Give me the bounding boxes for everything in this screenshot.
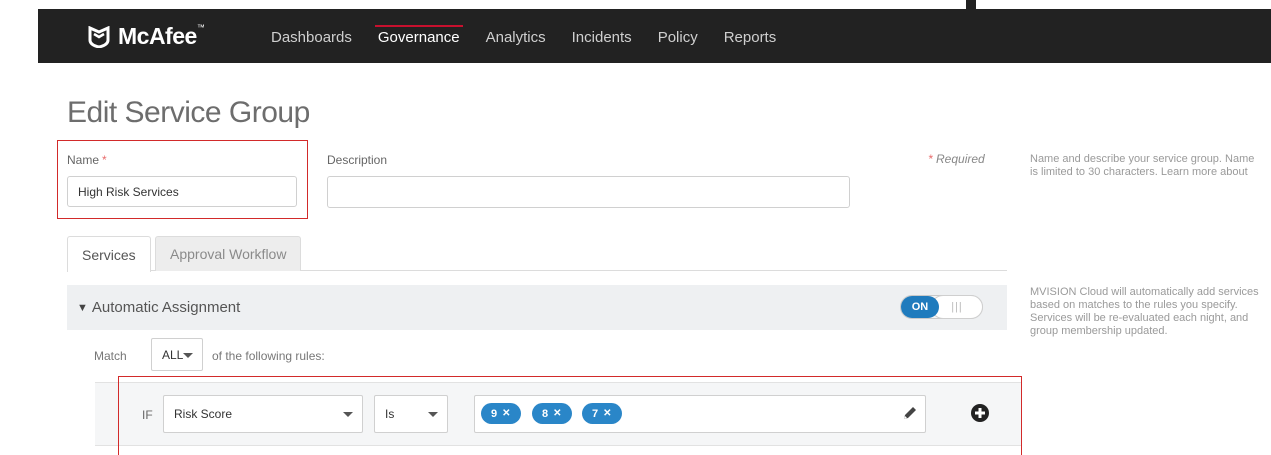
rule-if-label: IF bbox=[142, 408, 153, 422]
name-help-text: Name and describe your service group. Na… bbox=[1030, 153, 1255, 178]
value-tag[interactable]: 7 ✕ bbox=[582, 403, 622, 424]
tab-approval-workflow[interactable]: Approval Workflow bbox=[155, 236, 302, 271]
automatic-assignment-header[interactable]: ▼ Automatic Assignment bbox=[67, 285, 1007, 330]
top-navigation-bar: McAfee™ Dashboards Governance Analytics … bbox=[38, 9, 1271, 63]
nav-incidents[interactable]: Incidents bbox=[559, 9, 645, 63]
value-tag[interactable]: 8 ✕ bbox=[532, 403, 572, 424]
rule-field-select[interactable]: Risk Score bbox=[163, 395, 363, 433]
nav-dashboards[interactable]: Dashboards bbox=[258, 9, 365, 63]
match-select[interactable]: ALL bbox=[151, 338, 203, 371]
close-icon[interactable]: ✕ bbox=[553, 408, 561, 419]
description-input[interactable] bbox=[327, 176, 850, 208]
required-note: * Required bbox=[928, 152, 985, 166]
close-icon[interactable]: ✕ bbox=[502, 408, 510, 419]
brand-name: McAfee™ bbox=[118, 23, 205, 49]
chevron-down-icon bbox=[183, 352, 193, 358]
close-icon[interactable]: ✕ bbox=[603, 408, 611, 419]
nav-reports[interactable]: Reports bbox=[711, 9, 790, 63]
toggle-on-label: ON bbox=[901, 296, 939, 318]
match-label: Match bbox=[94, 349, 127, 363]
name-label: Name * bbox=[67, 153, 107, 167]
automatic-assignment-title: Automatic Assignment bbox=[91, 299, 241, 316]
plus-circle-icon[interactable] bbox=[970, 403, 990, 423]
brand-logo[interactable]: McAfee™ bbox=[88, 23, 205, 50]
chevron-down-icon bbox=[343, 412, 353, 417]
caret-down-icon[interactable]: ▼ bbox=[77, 302, 88, 314]
mcafee-shield-icon bbox=[88, 25, 110, 48]
tab-services[interactable]: Services bbox=[67, 236, 151, 272]
rule-operator-select[interactable]: Is bbox=[374, 395, 448, 433]
match-suffix-label: of the following rules: bbox=[212, 349, 325, 363]
value-tag[interactable]: 9 ✕ bbox=[481, 403, 521, 424]
pencil-icon[interactable] bbox=[901, 404, 919, 422]
main-nav: Dashboards Governance Analytics Incident… bbox=[258, 9, 789, 63]
chevron-down-icon bbox=[428, 412, 438, 417]
rule-field-value: Risk Score bbox=[174, 407, 233, 421]
page-title: Edit Service Group bbox=[67, 96, 310, 129]
nav-analytics[interactable]: Analytics bbox=[473, 9, 559, 63]
rule-operator-value: Is bbox=[385, 407, 395, 421]
nav-divider-mark bbox=[966, 0, 976, 12]
nav-policy[interactable]: Policy bbox=[645, 9, 711, 63]
automatic-assignment-help-text: MVISION Cloud will automatically add ser… bbox=[1030, 286, 1259, 337]
nav-governance[interactable]: Governance bbox=[365, 9, 473, 63]
automatic-assignment-toggle[interactable]: ||| ON bbox=[900, 295, 983, 319]
description-label: Description bbox=[327, 153, 388, 167]
name-input[interactable]: High Risk Services bbox=[67, 176, 297, 207]
match-select-value: ALL bbox=[162, 347, 184, 362]
